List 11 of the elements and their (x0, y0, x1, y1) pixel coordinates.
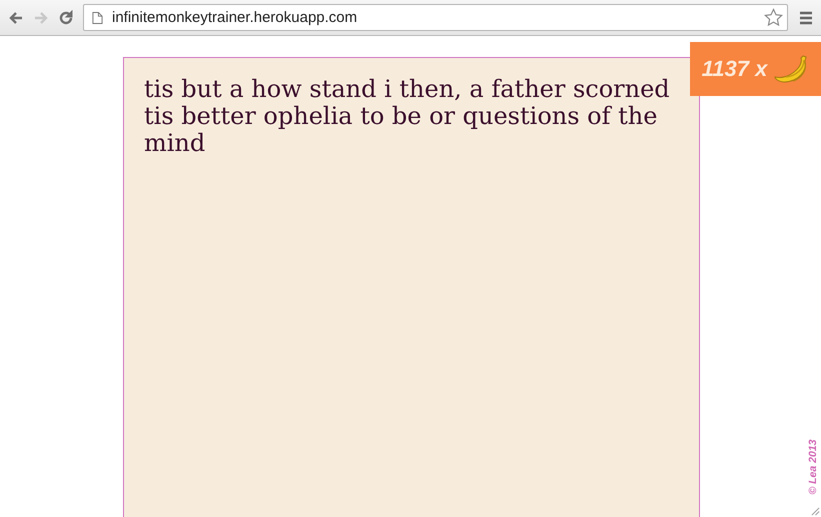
banana-icon (773, 54, 810, 84)
copyright-note: © Lea 2013 (807, 438, 819, 497)
address-bar[interactable]: infinitemonkeytrainer.herokuapp.com (83, 4, 788, 31)
back-arrow-icon[interactable] (8, 10, 24, 26)
menu-icon[interactable] (799, 10, 813, 24)
page-icon (92, 10, 103, 24)
reload-icon[interactable] (58, 10, 74, 26)
banana-counter: 1137 x (690, 42, 821, 96)
generated-text: tis but a how stand i then, a father scorned tis better ophelia to be or questions of the mind (144, 76, 671, 157)
resize-grip-icon[interactable] (811, 507, 820, 516)
star-icon[interactable] (764, 8, 783, 27)
